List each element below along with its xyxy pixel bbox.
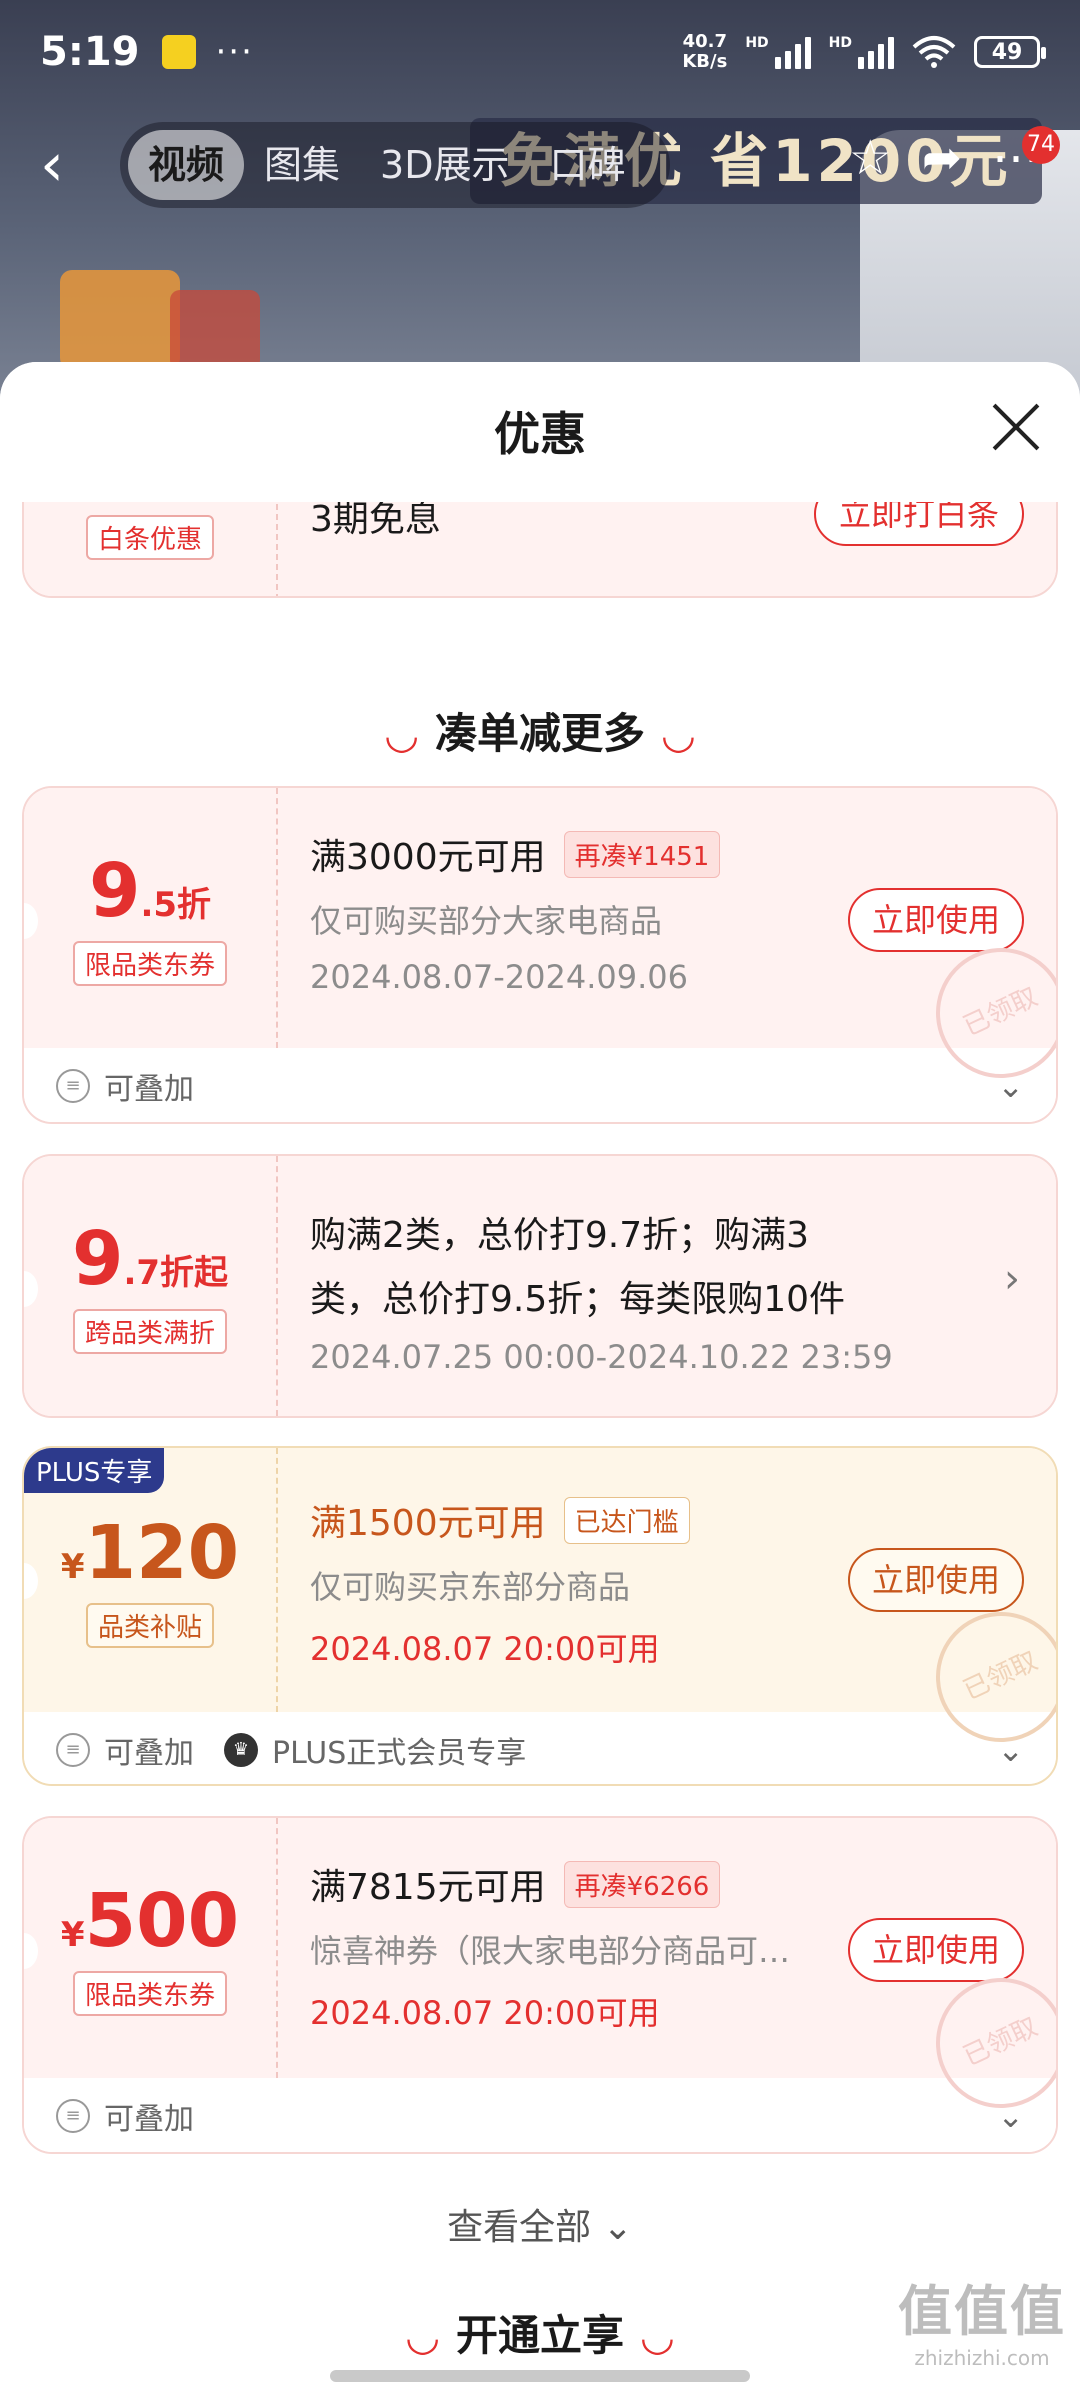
- smile-icon: ◡: [386, 712, 417, 758]
- plus-member-label: PLUS正式会员专享: [272, 1736, 527, 1771]
- use-now-button[interactable]: 立即使用: [848, 1918, 1024, 1982]
- section-title-bundle: ◡ 凑单减更多 ◡: [386, 709, 694, 758]
- gift-decoration: [60, 270, 180, 370]
- notification-app-icon: [161, 35, 196, 69]
- message-badge: 74: [1022, 126, 1060, 164]
- network-speed: 40.7 KB/s: [682, 31, 728, 72]
- coupon-amount: 9.5折: [88, 847, 212, 934]
- stackable-icon: ≡: [56, 1069, 90, 1103]
- coupon-threshold-tag: 已达门槛: [563, 1496, 690, 1544]
- chevron-right-icon[interactable]: ›: [1004, 1256, 1020, 1302]
- coupon-type-tag: 跨品类满折: [72, 1308, 227, 1354]
- smile-icon: ◡: [663, 712, 694, 758]
- back-icon[interactable]: ‹: [40, 130, 90, 200]
- coupon-condition: 满1500元可用: [310, 1503, 546, 1544]
- coupon-condition: 满7815元可用: [310, 1867, 546, 1908]
- coupon-card[interactable]: ¥500 限品类东券 满7815元可用 再凑¥6266 惊喜神券（限大家电部分商…: [22, 1816, 1058, 2154]
- coupon-footer[interactable]: ≡ 可叠加 ⌄: [24, 2078, 1056, 2152]
- coupon-condition: 满3000元可用: [310, 837, 546, 878]
- coupon-footer[interactable]: ≡ 可叠加 ⌄: [24, 1048, 1056, 1122]
- close-icon[interactable]: [990, 402, 1040, 452]
- wifi-icon: [912, 36, 956, 68]
- watermark-logo: 值值值 zhizhizhi.com: [898, 2280, 1066, 2370]
- status-bar: 5:19 ··· 40.7 KB/s HD HD 49: [0, 0, 1080, 104]
- sheet-header: 优惠: [0, 362, 1080, 502]
- discount-sheet: 优惠 白条优惠 3期免息 立即打白条 ◡ 凑单减更多 ◡ 9 .5折 限品类东券…: [0, 362, 1080, 2400]
- smile-icon: ◡: [642, 2314, 673, 2360]
- coupon-amount: ¥500: [60, 1877, 240, 1964]
- status-time: 5:19: [40, 29, 140, 75]
- tab-video[interactable]: 视频: [128, 130, 245, 200]
- coupon-desc-line2: 类，总价打9.5折；每类限购10件: [310, 1279, 846, 1320]
- stackable-label: 可叠加: [104, 1736, 194, 1771]
- stackable-icon: ≡: [56, 1733, 90, 1767]
- more-notifications-icon: ···: [215, 32, 254, 72]
- plus-badge: PLUS专享: [24, 1448, 165, 1493]
- home-indicator[interactable]: [330, 2370, 750, 2382]
- use-now-button[interactable]: 立即使用: [848, 1548, 1024, 1612]
- tab-reviews[interactable]: 口碑: [529, 130, 645, 200]
- coupon-gap-tag: 再凑¥1451: [563, 830, 721, 878]
- coupon-desc-line1: 购满2类，总价打9.7折；购满3: [310, 1215, 810, 1256]
- stackable-label: 可叠加: [104, 2102, 194, 2137]
- chevron-down-icon: ⌄: [602, 2207, 633, 2248]
- coupon-date: 2024.07.25 00:00-2024.10.22 23:59: [310, 1338, 893, 1376]
- battery-icon: 49: [974, 36, 1046, 68]
- coupon-type-tag: 品类补贴: [85, 1602, 214, 1648]
- sheet-body: 白条优惠 3期免息 立即打白条 ◡ 凑单减更多 ◡ 9.5折 限品类东券 满30…: [0, 442, 1080, 2400]
- coupon-type-tag: 限品类东券: [72, 1970, 227, 2016]
- view-all-link[interactable]: 查看全部 ⌄: [0, 2198, 1080, 2250]
- coupon-card[interactable]: 9.5折 限品类东券 满3000元可用 再凑¥1451 仅可购买部分大家电商品 …: [22, 786, 1058, 1124]
- tab-gallery[interactable]: 图集: [244, 130, 360, 200]
- smile-icon: ◡: [407, 2314, 438, 2360]
- gift-decoration: [170, 290, 260, 370]
- media-tabs: 视频 图集 3D展示 口碑: [120, 122, 670, 208]
- stackable-label: 可叠加: [104, 1072, 194, 1107]
- plus-coupon-card[interactable]: PLUS专享 ¥120 品类补贴 满1500元可用 已达门槛 仅可购买京东部分商…: [22, 1446, 1058, 1786]
- coupon-type-tag: 限品类东券: [72, 940, 227, 986]
- share-icon[interactable]: ➦: [922, 130, 962, 186]
- use-now-button[interactable]: 立即使用: [848, 888, 1024, 952]
- cell-signal-icon: HD: [745, 35, 811, 69]
- tab-3d[interactable]: 3D展示: [360, 130, 529, 200]
- coupon-gap-tag: 再凑¥6266: [563, 1860, 721, 1908]
- baitiao-tag: 白条优惠: [85, 515, 214, 560]
- coupon-amount: ¥120: [60, 1509, 240, 1596]
- favorite-star-icon[interactable]: ☆: [849, 130, 892, 186]
- coupon-footer[interactable]: ≡ 可叠加 ♛ PLUS正式会员专享 ⌄: [24, 1712, 1056, 1784]
- cross-category-card[interactable]: 9.7折起 跨品类满折 购满2类，总价打9.7折；购满3 类，总价打9.5折；每…: [22, 1154, 1058, 1418]
- coupon-amount: 9.7折起: [71, 1215, 229, 1302]
- stackable-icon: ≡: [56, 2099, 90, 2133]
- sheet-title: 优惠: [494, 407, 586, 461]
- crown-icon: ♛: [224, 1733, 258, 1767]
- cell-signal-icon-2: HD: [829, 35, 894, 69]
